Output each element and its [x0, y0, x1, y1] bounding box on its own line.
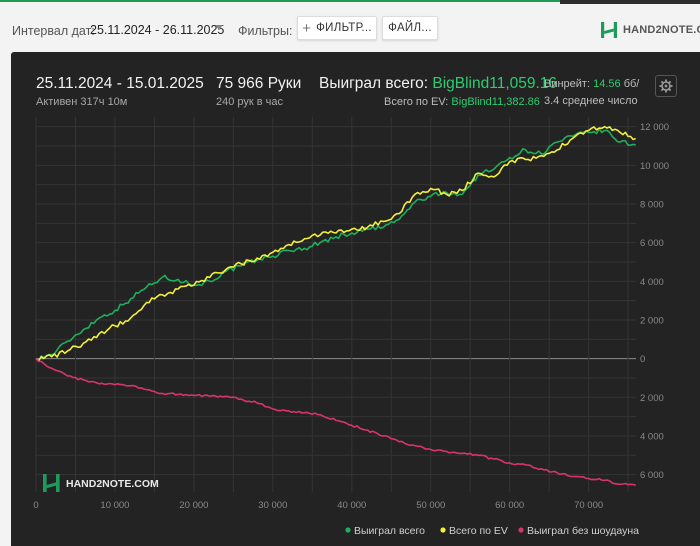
series-line-2 — [35, 125, 636, 362]
watermark-logo-icon — [43, 474, 60, 492]
x-tick-label: 60 000 — [495, 500, 524, 511]
x-tick-label: 0 — [33, 500, 38, 511]
y-tick-label: 2 000 — [640, 393, 664, 404]
legend-item[interactable]: Выиграл всего — [354, 525, 425, 537]
legend-marker — [518, 527, 524, 533]
y-tick-label: 6 000 — [640, 238, 664, 249]
chart-watermark: HAND2NOTE.COM — [43, 474, 159, 492]
legend-item[interactable]: Всего по EV — [449, 525, 508, 537]
legend-marker — [345, 527, 351, 533]
watermark-text: HAND2NOTE.COM — [66, 478, 159, 490]
y-axis-ticks: 12 000 10 000 8 000 6 000 4 000 2 000 0 2 000 4 … — [640, 122, 669, 481]
y-tick-label: 8 000 — [640, 199, 664, 210]
x-tick-label: 10 000 — [100, 500, 129, 511]
y-tick-label: 2 000 — [640, 315, 664, 326]
chart-legend[interactable]: Выиграл всего Всего по EV Выиграл без шоуд… — [345, 525, 639, 537]
grid-lines — [35, 117, 636, 492]
x-tick-label: 70 000 — [574, 500, 603, 511]
x-tick-label: 50 000 — [416, 500, 445, 511]
y-tick-label: 4 000 — [640, 431, 664, 442]
legend-item[interactable]: Выиграл без шоудауна — [527, 525, 639, 537]
series-lines — [35, 125, 636, 486]
winnings-chart: 12 000 10 000 8 000 6 000 4 000 2 000 0 2 000 4 … — [33, 117, 669, 537]
series-line-1 — [35, 128, 636, 362]
x-tick-label: 40 000 — [337, 500, 366, 511]
x-tick-label: 20 000 — [179, 500, 208, 511]
y-tick-label: 10 000 — [640, 161, 669, 172]
x-axis-ticks: 0 10 000 20 000 30 000 40 000 50 000 60 000 70 … — [33, 500, 603, 511]
y-tick-label: 4 000 — [640, 277, 664, 288]
y-tick-label: 6 000 — [640, 470, 664, 481]
legend-marker — [440, 527, 446, 533]
x-tick-label: 30 000 — [258, 500, 287, 511]
y-tick-label: 12 000 — [640, 122, 669, 133]
y-tick-label: 0 — [640, 354, 645, 365]
